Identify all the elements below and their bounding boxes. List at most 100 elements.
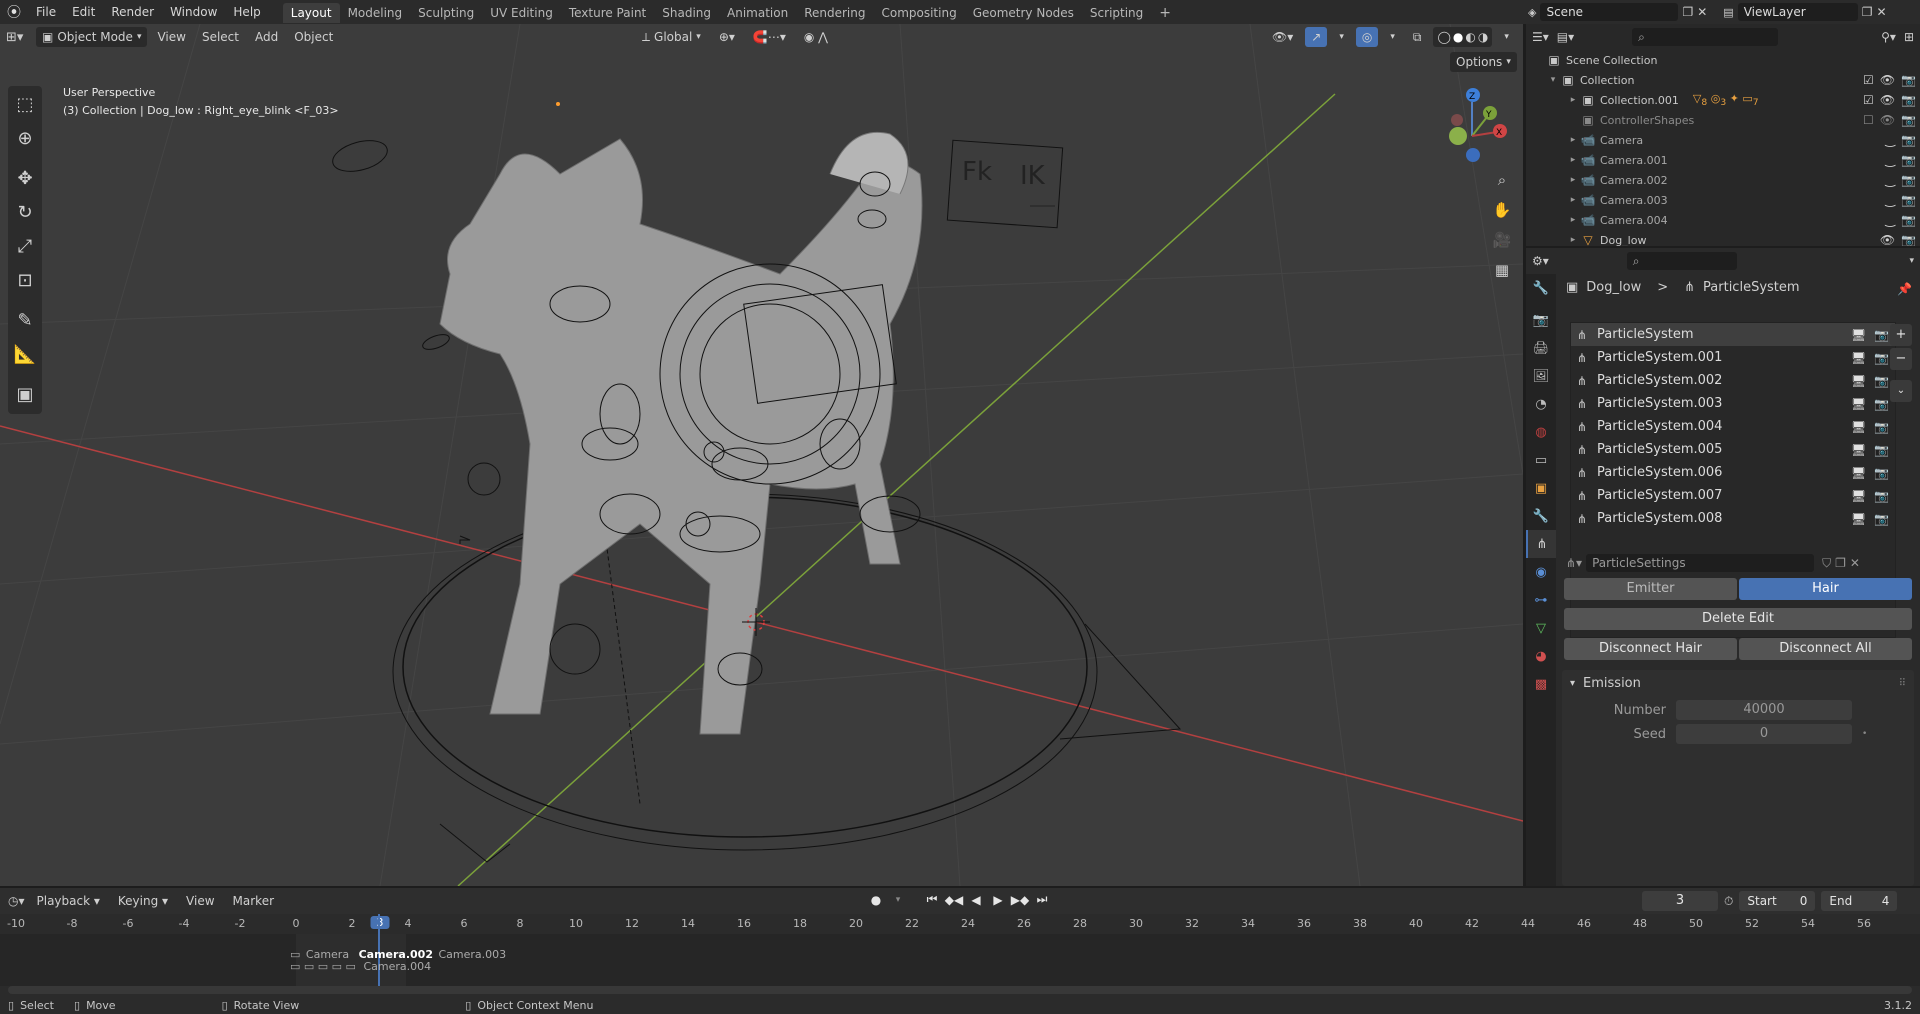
pan-hand-icon[interactable]: ✋: [1488, 196, 1516, 224]
scale-tool-icon[interactable]: ⤢: [8, 230, 42, 262]
jump-prev-keyframe-icon[interactable]: ◆◀: [944, 893, 964, 907]
jump-end-icon[interactable]: ⏭: [1032, 892, 1052, 907]
viewport-display-icon[interactable]: 🖥: [1851, 328, 1866, 342]
marker-camera-003[interactable]: Camera.003: [438, 948, 506, 961]
measure-tool-icon[interactable]: 📐: [8, 338, 42, 370]
move-tool-icon[interactable]: ✥: [8, 162, 42, 194]
menu-add[interactable]: Add: [249, 27, 284, 47]
expand-arrow-icon[interactable]: ▸: [1566, 195, 1580, 205]
menu-marker[interactable]: Marker: [227, 891, 280, 911]
outliner-row-camera-003[interactable]: ▸ 📹 Camera.003 ‿ 📷: [1526, 190, 1920, 210]
menu-edit[interactable]: Edit: [64, 0, 103, 24]
unlink-icon[interactable]: ✕: [1850, 556, 1860, 570]
eye-icon[interactable]: 👁: [1880, 73, 1895, 87]
viewport-display-icon[interactable]: 🖥: [1851, 443, 1866, 457]
camera-icon[interactable]: 📷: [1901, 73, 1916, 87]
viewport-display-icon[interactable]: 🖥: [1851, 512, 1866, 526]
camera-icon[interactable]: 📷: [1901, 213, 1916, 227]
xray-icon[interactable]: ⧉: [1407, 27, 1428, 47]
blender-logo-icon[interactable]: ⦿: [0, 2, 28, 22]
display-mode-icon[interactable]: ▤▾: [1557, 30, 1574, 44]
checkbox-icon[interactable]: ☐: [1863, 113, 1874, 127]
pin-icon[interactable]: 📌: [1897, 282, 1912, 296]
viewport-display-icon[interactable]: 🖥: [1851, 489, 1866, 503]
start-frame-field[interactable]: Start 0: [1739, 891, 1816, 911]
material-shading-icon[interactable]: ◐: [1465, 30, 1475, 44]
type-emitter-button[interactable]: Emitter: [1564, 578, 1737, 600]
remove-viewlayer-icon[interactable]: ✕: [1876, 5, 1886, 19]
physics-tab-icon[interactable]: ◉: [1526, 558, 1556, 586]
world-tab-icon[interactable]: ◍: [1526, 418, 1556, 446]
rotate-tool-icon[interactable]: ↻: [8, 196, 42, 228]
outliner-row-dog-low[interactable]: ▸ ▽ Dog_low 👁 📷: [1526, 230, 1920, 246]
viewport-display-icon[interactable]: 🖥: [1851, 420, 1866, 434]
tab-layout[interactable]: Layout: [282, 3, 340, 23]
eye-closed-icon[interactable]: ‿: [1885, 133, 1895, 147]
view-layer-tab-icon[interactable]: 🖼: [1526, 362, 1556, 390]
eye-closed-icon[interactable]: ‿: [1885, 193, 1895, 207]
preview-range-clock-icon[interactable]: ⏱: [1724, 894, 1733, 909]
eye-closed-icon[interactable]: ‿: [1885, 173, 1895, 187]
tab-animation[interactable]: Animation: [719, 3, 796, 23]
menu-window[interactable]: Window: [162, 0, 225, 24]
outliner-row-camera[interactable]: ▸ 📹 Camera ‿ 📷: [1526, 130, 1920, 150]
keyframe-dot-icon[interactable]: •: [1862, 729, 1867, 739]
checkbox-icon[interactable]: ☑: [1863, 93, 1874, 107]
new-collection-icon[interactable]: ⊞: [1904, 30, 1914, 44]
new-viewlayer-icon[interactable]: ❐: [1862, 5, 1873, 19]
editor-type-icon[interactable]: ⊞▾: [6, 30, 32, 45]
mode-dropdown[interactable]: ▣ Object Mode ▾: [36, 27, 148, 47]
tab-scripting[interactable]: Scripting: [1082, 3, 1151, 23]
particle-system-item[interactable]: ⋔ ParticleSystem 🖥 📷: [1571, 323, 1895, 346]
render-camera-icon[interactable]: 📷: [1874, 466, 1889, 480]
rendered-shading-icon[interactable]: ◑: [1478, 30, 1488, 44]
expand-arrow-icon[interactable]: ▸: [1566, 235, 1580, 245]
render-tab-icon[interactable]: 📷: [1526, 306, 1556, 334]
camera-view-icon[interactable]: 🎥: [1488, 226, 1516, 254]
remove-slot-button[interactable]: −: [1890, 348, 1912, 370]
cursor-tool-icon[interactable]: ⊕: [8, 122, 42, 154]
eye-icon[interactable]: 👁: [1880, 93, 1895, 107]
perspective-toggle-icon[interactable]: ▦: [1488, 256, 1516, 284]
options-dropdown[interactable]: Options ▾: [1450, 52, 1517, 72]
timeline-editor-type-icon[interactable]: ◷▾: [8, 894, 25, 908]
auto-keying-icon[interactable]: ●: [866, 893, 886, 907]
outliner-row-scene-collection[interactable]: ▣ Scene Collection: [1526, 50, 1920, 70]
checkbox-icon[interactable]: ☑: [1863, 73, 1874, 87]
particle-system-item[interactable]: ⋔ ParticleSystem.003 🖥 📷: [1571, 392, 1895, 415]
overlay-dropdown-icon[interactable]: ▾: [1384, 27, 1401, 47]
gizmo-x-label[interactable]: X: [1496, 128, 1502, 138]
number-field[interactable]: 40000: [1676, 700, 1852, 720]
3d-viewport[interactable]: Fk IK Z Y X ⊞▾ ▣ Object Mode ▾ View Sele…: [0, 24, 1523, 886]
modifier-tab-icon[interactable]: 🔧: [1526, 502, 1556, 530]
tab-modeling[interactable]: Modeling: [340, 3, 411, 23]
tab-texture-paint[interactable]: Texture Paint: [561, 3, 654, 23]
jump-next-keyframe-icon[interactable]: ▶◆: [1010, 893, 1030, 907]
marker-camera-004[interactable]: Camera.004: [363, 960, 431, 973]
emission-panel-header[interactable]: ▾ Emission ⠿: [1562, 670, 1914, 696]
outliner-row-camera-001[interactable]: ▸ 📹 Camera.001 ‿ 📷: [1526, 150, 1920, 170]
tool-tab-icon[interactable]: 🔧: [1526, 274, 1556, 302]
render-camera-icon[interactable]: 📷: [1874, 420, 1889, 434]
filter-icon[interactable]: ⚲▾: [1881, 30, 1896, 44]
type-hair-button[interactable]: Hair: [1739, 578, 1912, 600]
particle-settings-name-field[interactable]: ParticleSettings: [1586, 554, 1815, 572]
solid-shading-icon[interactable]: ●: [1453, 30, 1463, 44]
new-scene-icon[interactable]: ❐: [1682, 5, 1693, 19]
tab-uv-editing[interactable]: UV Editing: [482, 3, 561, 23]
camera-icon[interactable]: 📷: [1901, 93, 1916, 107]
current-frame-field[interactable]: 3: [1642, 891, 1718, 911]
proportional-edit-icon[interactable]: ◉ ⋀: [798, 27, 834, 47]
render-camera-icon[interactable]: 📷: [1874, 397, 1889, 411]
outliner-row-collection-001[interactable]: ▸ ▣ Collection.001 ▽8 ◎3 ✦ ▭7 ☑ 👁 📷: [1526, 90, 1920, 110]
shading-dropdown-icon[interactable]: ▾: [1498, 27, 1515, 47]
zoom-icon[interactable]: ⌕: [1488, 166, 1516, 194]
expand-arrow-icon[interactable]: ▸: [1566, 175, 1580, 185]
outliner-row-controllershapes[interactable]: ▣ ControllerShapes ☐ 👁 📷: [1526, 110, 1920, 130]
add-cube-tool-icon[interactable]: ▣: [8, 378, 42, 410]
render-camera-icon[interactable]: 📷: [1874, 512, 1889, 526]
render-camera-icon[interactable]: 📷: [1874, 374, 1889, 388]
tab-sculpting[interactable]: Sculpting: [410, 3, 482, 23]
scene-tab-icon[interactable]: ◔: [1526, 390, 1556, 418]
eye-icon[interactable]: 👁: [1880, 113, 1895, 127]
